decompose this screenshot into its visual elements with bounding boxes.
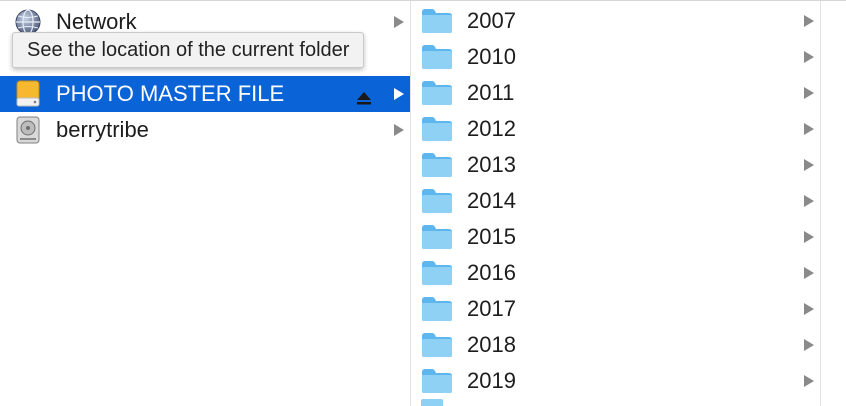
folder-icon	[421, 185, 453, 217]
chevron-right-icon	[804, 159, 814, 171]
folder-label: 2014	[467, 188, 516, 213]
chevron-right-icon	[804, 51, 814, 63]
chevron-right-icon	[804, 231, 814, 243]
folder-row[interactable]: 2007	[411, 3, 820, 39]
folder-row[interactable]: 2014	[411, 183, 820, 219]
folder-row[interactable]: 2017	[411, 291, 820, 327]
sidebar-item-berrytribe[interactable]: berrytribe	[0, 112, 410, 148]
external-drive-icon	[12, 78, 44, 110]
chevron-right-icon	[804, 15, 814, 27]
internal-drive-icon	[12, 114, 44, 146]
chevron-right-icon	[804, 87, 814, 99]
folder-icon	[421, 113, 453, 145]
folder-row[interactable]: 2015	[411, 219, 820, 255]
empty-column	[821, 1, 846, 406]
chevron-right-icon	[804, 123, 814, 135]
folder-label: 2010	[467, 44, 516, 69]
finder-column-view: Network PHOTO MASTER FILE berrytribe 200…	[0, 0, 846, 406]
sidebar-item-photo-master-file[interactable]: PHOTO MASTER FILE	[0, 76, 410, 112]
eject-icon[interactable]	[356, 86, 372, 105]
folder-row[interactable]: 2012	[411, 111, 820, 147]
chevron-right-icon	[804, 195, 814, 207]
folder-row[interactable]: 2018	[411, 327, 820, 363]
chevron-right-icon	[804, 339, 814, 351]
folders-column[interactable]: 2007 2010 2011 2012 2013 2014 2015 2016 2017 2018…	[411, 1, 821, 406]
folder-row[interactable]: 2019	[411, 363, 820, 399]
folder-icon	[421, 257, 453, 289]
chevron-right-icon	[394, 124, 404, 136]
chevron-right-icon	[804, 303, 814, 315]
folder-row[interactable]: 2011	[411, 75, 820, 111]
folder-row[interactable]: 2013	[411, 147, 820, 183]
folder-label: 2017	[467, 296, 516, 321]
folder-icon	[421, 41, 453, 73]
folder-icon	[421, 365, 453, 397]
folder-row[interactable]: 2010	[411, 39, 820, 75]
tooltip: See the location of the current folder	[12, 32, 365, 68]
folder-label: 2013	[467, 152, 516, 177]
folder-icon	[421, 77, 453, 109]
folder-row[interactable]: 2016	[411, 255, 820, 291]
folder-icon	[421, 293, 453, 325]
folder-icon	[421, 329, 453, 361]
chevron-right-icon	[804, 375, 814, 387]
sidebar-item-label: berrytribe	[56, 117, 149, 142]
chevron-right-icon	[394, 16, 404, 28]
folder-icon	[421, 149, 453, 181]
folder-label: 2015	[467, 224, 516, 249]
folder-icon	[421, 221, 453, 253]
chevron-right-icon	[394, 88, 404, 100]
chevron-right-icon	[804, 267, 814, 279]
folder-label: 2016	[467, 260, 516, 285]
folder-label: 2011	[467, 80, 515, 105]
folder-label: 2012	[467, 116, 516, 141]
folder-label: 2007	[467, 8, 516, 33]
folder-icon	[421, 5, 453, 37]
folder-label: 2018	[467, 332, 516, 357]
folder-label: 2019	[467, 368, 516, 393]
partial-folder-icon	[421, 399, 443, 406]
